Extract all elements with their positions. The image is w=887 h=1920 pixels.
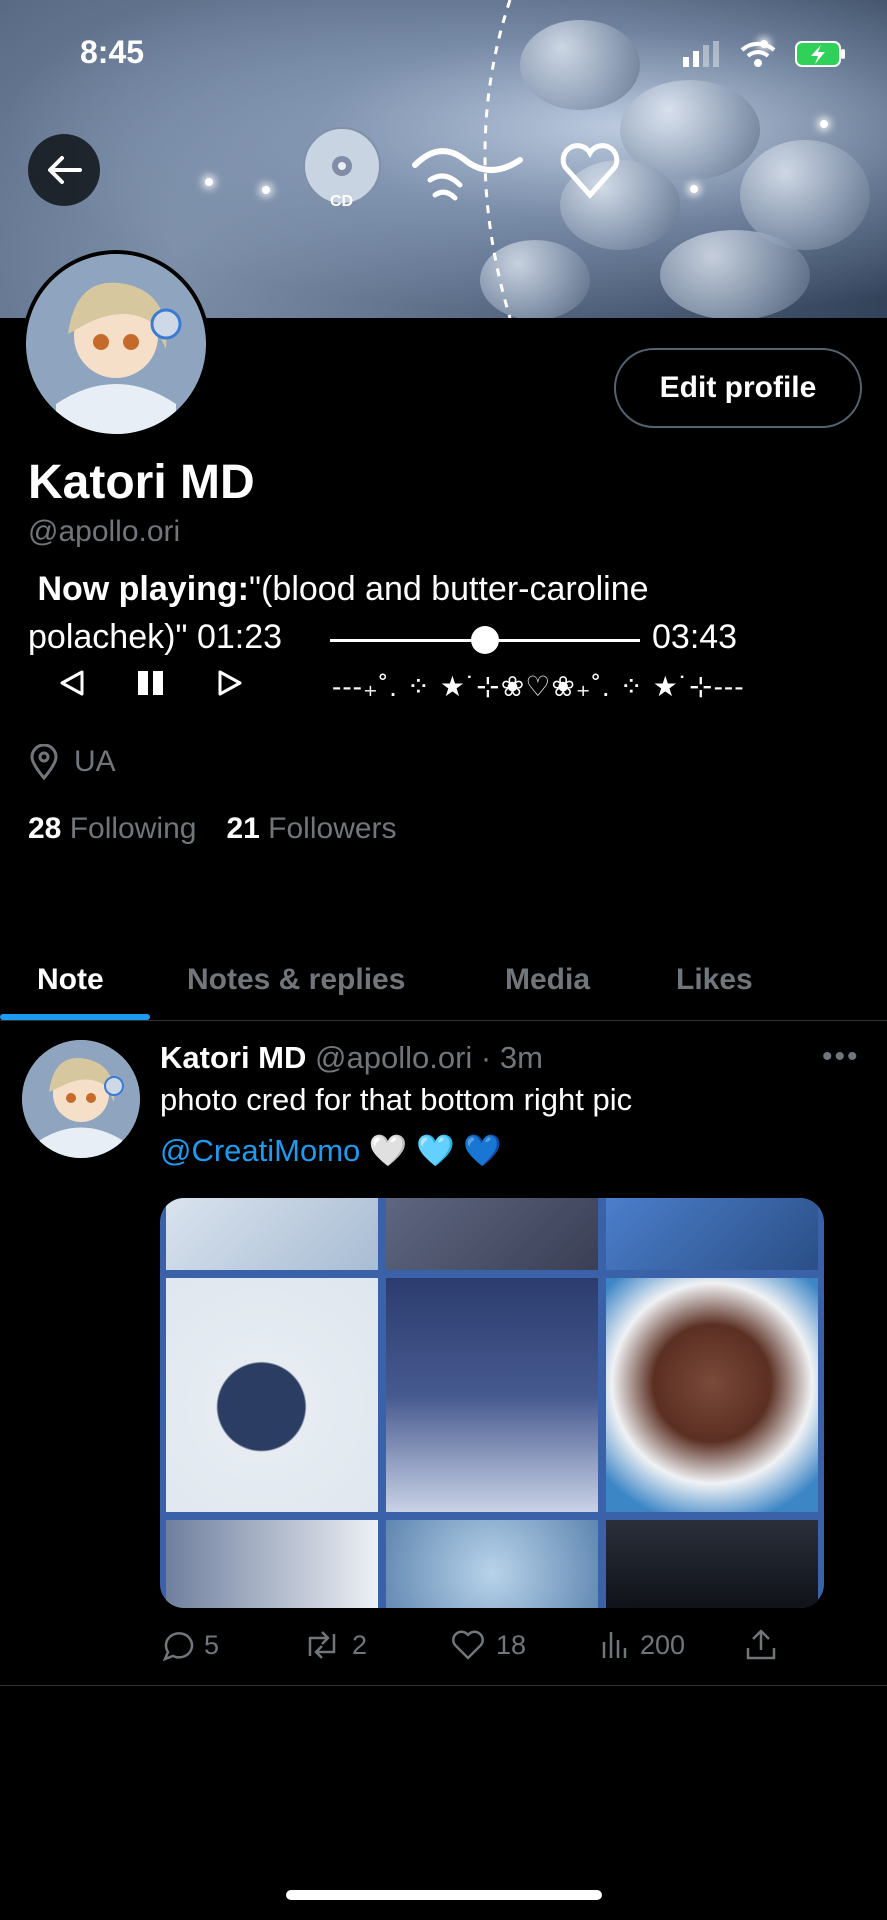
- back-button[interactable]: [28, 134, 100, 206]
- post-meta: @apollo.ori · 3m: [315, 1040, 543, 1075]
- location-text: UA: [74, 745, 116, 778]
- post-divider: [0, 1685, 887, 1686]
- previous-icon: [60, 670, 84, 696]
- profile-location: UA: [28, 744, 116, 780]
- like-count: 18: [496, 1629, 527, 1660]
- like-action[interactable]: 18: [450, 1628, 526, 1662]
- cd-icon: CD: [303, 127, 381, 210]
- following-label: Following: [69, 812, 197, 845]
- post-media-grid[interactable]: [160, 1198, 824, 1608]
- views-count: 200: [640, 1629, 686, 1660]
- bio-line-2: polachek)" 01:23: [28, 618, 283, 656]
- pause-icon: [138, 671, 163, 695]
- post-text: photo cred for that bottom right pic: [160, 1082, 633, 1117]
- media-image-5[interactable]: [386, 1278, 598, 1512]
- following-link[interactable]: 28 Following: [28, 812, 196, 846]
- repost-icon: [308, 1631, 336, 1659]
- post-avatar[interactable]: [22, 1040, 140, 1158]
- playback-controls: [58, 668, 244, 698]
- tab-media[interactable]: Media: [505, 940, 590, 1020]
- reply-action[interactable]: 5: [160, 1628, 219, 1662]
- battery-charging-icon: [795, 41, 845, 67]
- post-avatar-illustration: [22, 1040, 140, 1158]
- progress-knob: [471, 626, 499, 654]
- active-tab-indicator: [0, 1014, 150, 1020]
- tab-likes[interactable]: Likes: [676, 940, 753, 1020]
- arrow-left-icon: [48, 156, 82, 184]
- profile-handle: @apollo.ori: [28, 515, 181, 548]
- views-action[interactable]: 200: [600, 1628, 685, 1662]
- following-count: 28: [28, 812, 62, 845]
- heart-icon: [452, 1630, 484, 1660]
- bio-line-1: Now playing:"(blood and butter-caroline: [28, 570, 649, 609]
- dashed-curve: [483, 0, 512, 318]
- share-action[interactable]: [744, 1628, 778, 1662]
- media-image-9[interactable]: [606, 1520, 818, 1608]
- avatar-illustration: [26, 254, 206, 434]
- media-image-7[interactable]: [166, 1520, 378, 1608]
- song-title-part1: "(blood and butter-caroline: [249, 570, 649, 608]
- mention-link[interactable]: @CreatiMomo: [160, 1133, 360, 1168]
- reply-icon: [162, 1632, 194, 1662]
- followers-label: Followers: [268, 812, 397, 845]
- now-playing-label: Now playing:: [37, 570, 250, 608]
- home-indicator[interactable]: [286, 1890, 602, 1900]
- signal-icon: [683, 41, 719, 67]
- profile-avatar[interactable]: [22, 250, 210, 438]
- edit-profile-button[interactable]: Edit profile: [614, 348, 862, 428]
- post-mention-line: @CreatiMomo 🤍 🩵 💙: [160, 1132, 502, 1169]
- reply-count: 5: [204, 1629, 220, 1660]
- status-icons: [681, 40, 847, 68]
- svg-text:CD: CD: [330, 193, 353, 210]
- tab-note[interactable]: Note: [37, 940, 104, 1020]
- media-image-8[interactable]: [386, 1520, 598, 1608]
- bio-decor: ---₊˚. ⁘ ★˙⊹❀♡❀₊˚. ⁘ ★˙⊹---: [332, 671, 745, 702]
- share-icon: [746, 1629, 776, 1660]
- post-author[interactable]: Katori MD: [160, 1040, 306, 1075]
- tab-notes-replies[interactable]: Notes & replies: [187, 940, 405, 1020]
- follow-stats: 28 Following 21 Followers: [28, 812, 397, 846]
- post-actions: 5 2 18 200: [160, 1628, 800, 1668]
- profile-tabs: Note Notes & replies Media Likes: [0, 940, 887, 1021]
- followers-count: 21: [226, 812, 260, 845]
- display-name: Katori MD: [28, 456, 255, 509]
- location-pin-icon: [30, 744, 58, 780]
- status-time: 8:45: [80, 34, 145, 70]
- wifi-icon: [740, 41, 776, 67]
- post-more-button[interactable]: •••: [822, 1040, 860, 1074]
- repost-count: 2: [352, 1629, 368, 1660]
- media-image-4[interactable]: [166, 1278, 378, 1512]
- media-image-1[interactable]: [166, 1198, 378, 1270]
- next-icon: [218, 670, 242, 696]
- media-image-6[interactable]: [606, 1278, 818, 1512]
- time-total: 03:43: [652, 618, 738, 656]
- views-chart-icon: [602, 1632, 627, 1658]
- followers-link[interactable]: 21 Followers: [226, 812, 396, 846]
- heart-emojis: 🤍 🩵 💙: [368, 1133, 502, 1168]
- post-header: Katori MD @apollo.ori · 3m: [160, 1040, 543, 1076]
- repost-action[interactable]: 2: [302, 1628, 367, 1662]
- media-image-2[interactable]: [386, 1198, 598, 1270]
- media-image-3[interactable]: [606, 1198, 818, 1270]
- heart-outline-icon: [560, 143, 620, 199]
